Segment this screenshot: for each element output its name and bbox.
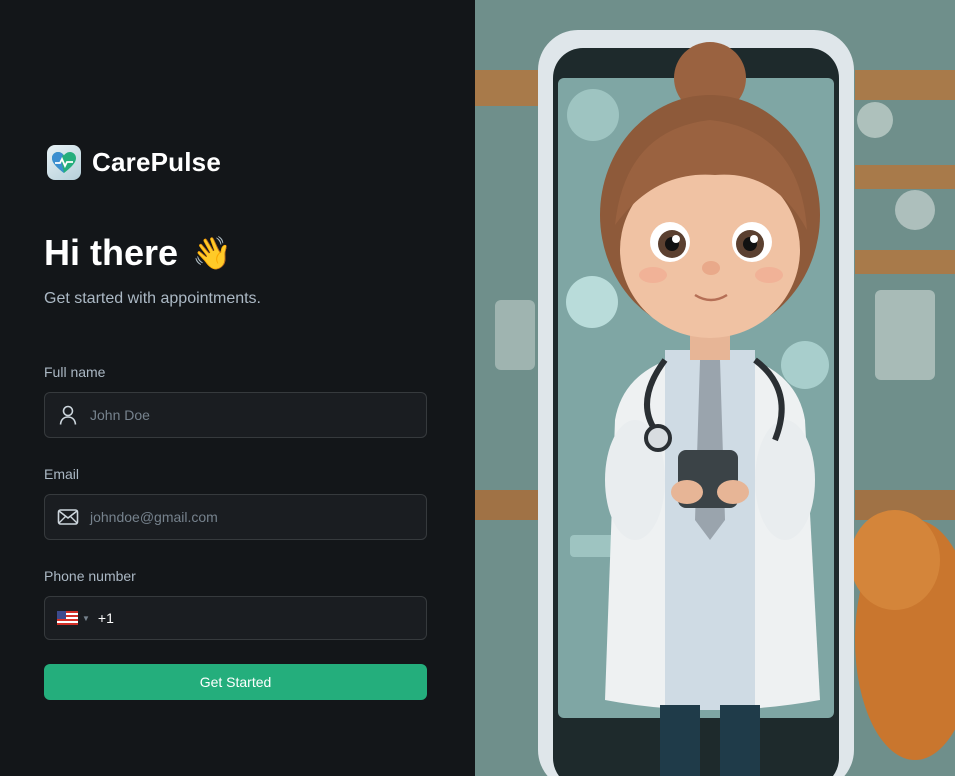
brand: CarePulse	[47, 145, 221, 180]
hero-image	[475, 0, 955, 776]
chevron-down-icon[interactable]: ▼	[82, 614, 90, 623]
mail-icon	[57, 506, 79, 528]
email-field[interactable]: johndoe@gmail.com	[44, 494, 427, 540]
full-name-field[interactable]: John Doe	[44, 392, 427, 438]
brand-name: CarePulse	[92, 147, 221, 177]
waving-hand-icon: 👋	[192, 235, 232, 271]
user-icon	[57, 404, 79, 426]
phone-label: Phone number	[44, 568, 136, 584]
doctor-illustration	[475, 0, 955, 776]
us-flag-icon[interactable]	[57, 611, 78, 625]
email-label: Email	[44, 466, 80, 482]
email-input[interactable]: johndoe@gmail.com	[90, 509, 218, 525]
title-text: Hi there	[44, 232, 179, 273]
form-panel: CarePulse Hi there 👋 Get started with ap…	[0, 0, 475, 776]
full-name-input[interactable]: John Doe	[90, 407, 150, 423]
phone-input[interactable]: +1	[98, 610, 114, 626]
page-subtitle: Get started with appointments.	[44, 290, 261, 307]
heart-pulse-icon	[47, 145, 81, 180]
get-started-button[interactable]: Get Started	[44, 664, 427, 700]
full-name-label: Full name	[44, 364, 106, 380]
phone-field[interactable]: ▼ +1	[44, 596, 427, 640]
page-title: Hi there 👋	[44, 232, 232, 274]
